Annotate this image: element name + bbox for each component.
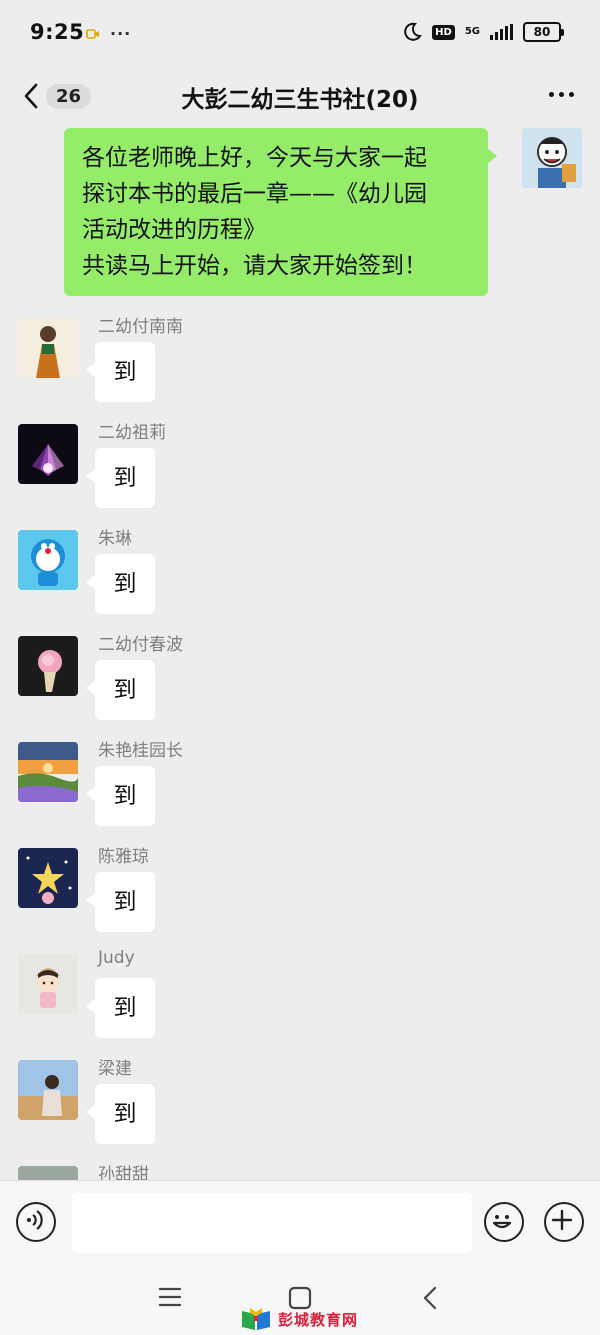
voice-input-button[interactable] <box>16 1202 56 1242</box>
battery-icon: 80 <box>523 22 564 42</box>
back-button[interactable]: 26 <box>22 78 102 114</box>
menu-icon[interactable] <box>158 1286 182 1308</box>
book-logo-icon <box>242 1308 270 1330</box>
more-options-button[interactable] <box>549 92 574 97</box>
message-bubble[interactable]: 到 <box>86 448 155 508</box>
emoji-button[interactable] <box>484 1202 524 1242</box>
voice-icon <box>26 1209 43 1230</box>
message-line: 探讨本书的最后一章——《幼儿园 <box>82 181 427 207</box>
signal-icon <box>490 24 513 40</box>
status-bar: 9:25 ··· HD 5G 80 <box>0 0 600 66</box>
more-notifications: ··· <box>110 24 132 43</box>
message-bubble[interactable]: 到 <box>86 978 155 1038</box>
smiley-icon <box>492 1214 511 1228</box>
watermark-text: 彭城教育网 <box>278 1310 359 1329</box>
status-notification-icons: ··· <box>86 24 131 43</box>
avatar[interactable] <box>18 954 78 1014</box>
avatar[interactable] <box>18 424 78 484</box>
message-bubble[interactable]: 到 <box>86 342 155 402</box>
message-line: 活动改进的历程》 <box>82 217 266 243</box>
battery-level: 80 <box>523 22 561 42</box>
hd-icon: HD <box>432 24 455 40</box>
moon-icon <box>404 22 422 41</box>
plus-icon <box>551 1209 572 1230</box>
message-bubble[interactable]: 到 <box>86 660 155 720</box>
message-bubble[interactable]: 到 <box>86 1084 155 1144</box>
avatar[interactable] <box>18 318 78 378</box>
avatar[interactable] <box>18 742 78 802</box>
network-label: 5G <box>464 26 480 37</box>
input-bar <box>0 1180 600 1261</box>
chevron-left-icon <box>24 83 38 109</box>
sender-name: 二幼付春波 <box>98 635 183 655</box>
avatar[interactable] <box>18 1166 78 1180</box>
message-bubble[interactable]: 到 <box>86 766 155 826</box>
sender-name: 二幼祖莉 <box>98 423 166 443</box>
message-line: 各位老师晚上好，今天与大家一起 <box>82 145 427 171</box>
sender-name: 梁建 <box>98 1059 132 1079</box>
chat-area[interactable]: 各位老师晚上好，今天与大家一起 探讨本书的最后一章——《幼儿园 活动改进的历程》… <box>0 128 600 1180</box>
avatar[interactable] <box>18 636 78 696</box>
watermark: 彭城教育网 <box>240 1307 358 1331</box>
more-functions-button[interactable] <box>544 1202 584 1242</box>
back-nav-icon[interactable] <box>422 1286 438 1310</box>
chat-header: 26 大彭二幼三生书社(20) <box>0 66 600 128</box>
system-navigation: 彭城教育网 <box>0 1260 600 1335</box>
my-avatar[interactable] <box>522 128 582 188</box>
message-line: 共读马上开始，请大家开始签到！ <box>82 253 427 279</box>
avatar[interactable] <box>18 848 78 908</box>
status-right-icons: HD 5G 80 <box>402 22 564 42</box>
sender-name: Judy <box>98 948 135 968</box>
sender-name: 孙甜甜 <box>98 1165 149 1180</box>
avatar[interactable] <box>18 1060 78 1120</box>
my-message-bubble[interactable]: 各位老师晚上好，今天与大家一起 探讨本书的最后一章——《幼儿园 活动改进的历程》… <box>64 128 497 296</box>
sender-name: 陈雅琼 <box>98 847 149 867</box>
avatar[interactable] <box>18 530 78 590</box>
message-bubble[interactable]: 到 <box>86 872 155 932</box>
video-call-icon <box>86 28 99 39</box>
sender-name: 朱艳桂园长 <box>98 741 183 761</box>
sender-name: 二幼付南南 <box>98 317 183 337</box>
status-time: 9:25 <box>30 20 85 44</box>
unread-count-badge: 26 <box>46 83 92 109</box>
message-input[interactable] <box>72 1193 472 1253</box>
message-bubble[interactable]: 到 <box>86 554 155 614</box>
sender-name: 朱琳 <box>98 529 132 549</box>
